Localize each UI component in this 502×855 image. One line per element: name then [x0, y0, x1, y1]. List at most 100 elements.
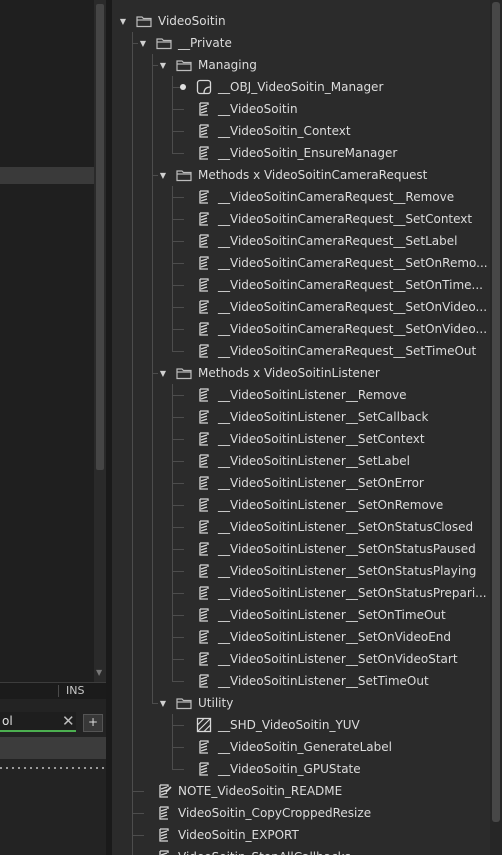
tree-item-videosoitinlistener-remove[interactable]: __VideoSoitinListener__Remove [196, 384, 407, 406]
script-icon [196, 277, 212, 293]
asset-tree: ▼ VideoSoitin ▼ __Private ▼ Managing __OBJ_Vid… [112, 0, 490, 855]
tree-item-videosoitin-ensuremanager[interactable]: __VideoSoitin_EnsureManager [196, 142, 397, 164]
tree-item-label: __VideoSoitin [218, 102, 298, 116]
tree-item-videosoitin-generatelabel[interactable]: __VideoSoitin_GenerateLabel [196, 736, 392, 758]
tree-item-videosoitinlistener-setonstatusplaying[interactable]: __VideoSoitinListener__SetOnStatusPlayin… [196, 560, 476, 582]
script-icon [196, 255, 212, 271]
editor-scrollbar-thumb[interactable] [96, 4, 104, 470]
tree-item-videosoitinlistener-setonstatusprepari[interactable]: __VideoSoitinListener__SetOnStatusPrepar… [196, 582, 487, 604]
editor-highlighted-line [0, 167, 94, 184]
tree-item-videosoitin-copycroppedresize[interactable]: VideoSoitin_CopyCroppedResize [156, 802, 371, 824]
tree-item-videosoitinlistener-setonremove[interactable]: __VideoSoitinListener__SetOnRemove [196, 494, 443, 516]
insert-mode-indicator: INS [66, 684, 85, 697]
script-icon [196, 145, 212, 161]
script-icon [196, 739, 212, 755]
add-tab-button[interactable]: + [83, 714, 103, 732]
tree-guide-branch [172, 109, 184, 110]
tree-guide-branch [172, 593, 184, 594]
tree-item-utility[interactable]: ▼ Utility [158, 692, 233, 714]
tree-item-label: __OBJ_VideoSoitin_Manager [218, 80, 384, 94]
tree-item-label: __VideoSoitinListener__SetOnError [218, 476, 424, 490]
tree-item-videosoitincamerarequest-setonvideo[interactable]: __VideoSoitinCameraRequest__SetOnVideo..… [196, 318, 487, 340]
tree-item-label: __VideoSoitinCameraRequest__SetOnVideo..… [218, 322, 488, 336]
code-editor-area[interactable] [0, 0, 94, 682]
tree-item-managing[interactable]: ▼ Managing [158, 54, 257, 76]
tree-guide-branch [172, 197, 184, 198]
tree-item-shd-videosoitin-yuv[interactable]: __SHD_VideoSoitin_YUV [196, 714, 360, 736]
tree-item-videosoitinlistener-setonstatuspaused[interactable]: __VideoSoitinListener__SetOnStatusPaused [196, 538, 476, 560]
tree-item-videosoitinlistener-setonvideostart[interactable]: __VideoSoitinListener__SetOnVideoStart [196, 648, 458, 670]
tree-guide-branch [172, 131, 184, 132]
tree-guide-branch [172, 153, 184, 154]
folder-icon [176, 695, 192, 711]
chevron-down-icon[interactable]: ▼ [158, 698, 168, 708]
tree-item-videosoitincamerarequest-setcontext[interactable]: __VideoSoitinCameraRequest__SetContext [196, 208, 472, 230]
tree-item-videosoitinlistener-setcontext[interactable]: __VideoSoitinListener__SetContext [196, 428, 425, 450]
script-icon [196, 651, 212, 667]
script-icon [196, 387, 212, 403]
chevron-down-icon[interactable]: ▼ [158, 170, 168, 180]
tree-item-videosoitinlistener-setonstatusclosed[interactable]: __VideoSoitinListener__SetOnStatusClosed [196, 516, 473, 538]
tree-item-obj-videosoitin-manager[interactable]: __OBJ_VideoSoitin_Manager [196, 76, 383, 98]
scroll-down-arrow-icon[interactable]: ▼ [96, 668, 102, 677]
tree-item-label: VideoSoitin_EXPORT [178, 828, 299, 842]
tree-item-videosoitinlistener-settimeout[interactable]: __VideoSoitinListener__SetTimeOut [196, 670, 429, 692]
search-tab-input[interactable]: ol ✕ [0, 712, 76, 732]
tree-item-videosoitin-export[interactable]: VideoSoitin_EXPORT [156, 824, 299, 846]
tree-item-label: __VideoSoitinCameraRequest__SetLabel [218, 234, 458, 248]
tree-item-label: Managing [198, 58, 257, 72]
tree-item-videosoitinlistener-setonvideoend[interactable]: __VideoSoitinListener__SetOnVideoEnd [196, 626, 451, 648]
left-header-bar [0, 737, 106, 759]
tree-item-label: __VideoSoitinCameraRequest__SetOnRemo... [218, 256, 488, 270]
tree-guide-branch [172, 439, 184, 440]
tree-guide-branch [172, 615, 184, 616]
object-icon [196, 79, 212, 95]
script-icon [196, 101, 212, 117]
tree-item-videosoitincamerarequest-remove[interactable]: __VideoSoitinCameraRequest__Remove [196, 186, 454, 208]
chevron-down-icon[interactable]: ▼ [158, 60, 168, 70]
tree-item-videosoitinlistener-setcallback[interactable]: __VideoSoitinListener__SetCallback [196, 406, 428, 428]
tree-guide-line [132, 32, 133, 855]
script-icon [196, 299, 212, 315]
tree-item-label: __VideoSoitinCameraRequest__SetOnTime... [218, 278, 483, 292]
search-tab-input-value: ol [2, 714, 13, 728]
script-icon [196, 497, 212, 513]
chevron-down-icon[interactable]: ▼ [118, 16, 128, 26]
tree-item-videosoitinlistener-setonerror[interactable]: __VideoSoitinListener__SetOnError [196, 472, 424, 494]
tree-item-videosoitinlistener-setlabel[interactable]: __VideoSoitinListener__SetLabel [196, 450, 410, 472]
tree-item-private[interactable]: ▼ __Private [138, 32, 232, 54]
chevron-down-icon[interactable]: ▼ [138, 38, 148, 48]
tree-item-methods-x-videosoitinlistener[interactable]: ▼ Methods x VideoSoitinListener [158, 362, 380, 384]
tree-item-label: Utility [198, 696, 234, 710]
editor-status-bar: INS [0, 682, 106, 699]
tree-item-videosoitin-context[interactable]: __VideoSoitin_Context [196, 120, 351, 142]
tree-item-methods-x-videosoitincamerarequest[interactable]: ▼ Methods x VideoSoitinCameraRequest [158, 164, 427, 186]
script-icon [196, 409, 212, 425]
tree-item-videosoitin[interactable]: ▼ VideoSoitin [118, 10, 226, 32]
tree-item-note-videosoitin-readme[interactable]: NOTE_VideoSoitin_README [156, 780, 342, 802]
script-icon [196, 233, 212, 249]
tree-item-label: __VideoSoitinListener__SetOnStatusClosed [218, 520, 474, 534]
script-icon [196, 211, 212, 227]
tree-guide-line [172, 714, 173, 769]
tree-item-videosoitinlistener-setontimeout[interactable]: __VideoSoitinListener__SetOnTimeOut [196, 604, 446, 626]
tree-item-videosoitincamerarequest-setonvideo[interactable]: __VideoSoitinCameraRequest__SetOnVideo..… [196, 296, 487, 318]
tree-guide-branch [172, 637, 184, 638]
chevron-down-icon[interactable]: ▼ [158, 368, 168, 378]
tree-scrollbar-thumb[interactable] [492, 2, 500, 822]
tree-item-videosoitincamerarequest-settimeout[interactable]: __VideoSoitinCameraRequest__SetTimeOut [196, 340, 476, 362]
tree-item-videosoitin-stopallcallbacks[interactable]: VideoSoitin_StopAllCallbacks [156, 846, 351, 855]
tree-item-label: __VideoSoitinListener__SetOnVideoEnd [218, 630, 452, 644]
search-tab-row: ol ✕ + [0, 709, 106, 733]
close-icon[interactable]: ✕ [62, 712, 75, 730]
tree-item-label: VideoSoitin [158, 14, 226, 28]
tree-item-videosoitincamerarequest-setontime[interactable]: __VideoSoitinCameraRequest__SetOnTime... [196, 274, 483, 296]
tree-item-videosoitincamerarequest-setonremo[interactable]: __VideoSoitinCameraRequest__SetOnRemo... [196, 252, 488, 274]
tree-item-label: __VideoSoitinListener__SetOnStatusPlayin… [218, 564, 477, 578]
tree-item-videosoitincamerarequest-setlabel[interactable]: __VideoSoitinCameraRequest__SetLabel [196, 230, 457, 252]
tree-item-videosoitin-gpustate[interactable]: __VideoSoitin_GPUState [196, 758, 361, 780]
tree-item-videosoitin[interactable]: __VideoSoitin [196, 98, 298, 120]
tree-item-label: __VideoSoitinListener__SetOnStatusPrepar… [218, 586, 487, 600]
tree-item-label: Methods x VideoSoitinListener [198, 366, 380, 380]
tree-item-label: __VideoSoitinListener__SetTimeOut [218, 674, 429, 688]
